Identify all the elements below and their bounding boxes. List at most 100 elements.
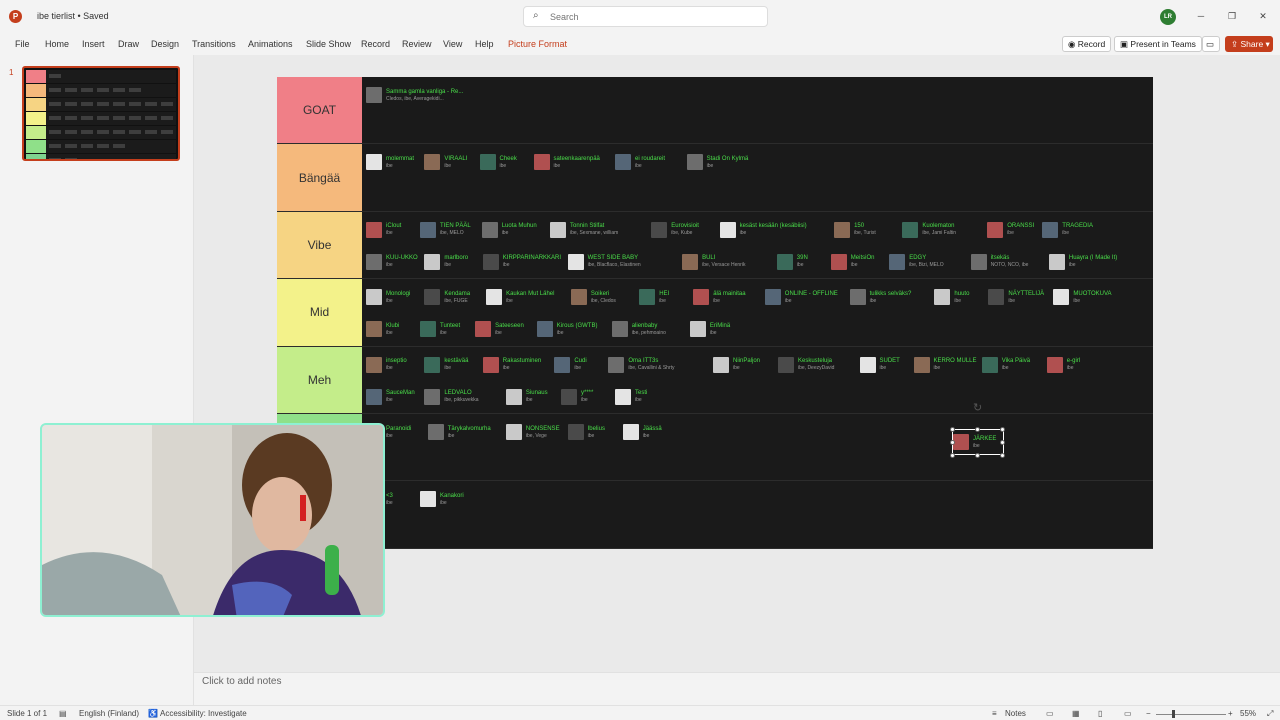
menu-animations[interactable]: Animations [248,39,293,49]
song-card[interactable]: Kaukan Mut Lähel ibe [486,285,554,309]
song-card[interactable]: Cheek ibe [479,150,517,174]
normal-view-icon[interactable]: ▭ [1046,709,1054,718]
rotate-handle-icon[interactable]: ↻ [973,401,982,414]
song-card[interactable]: KIRPPARINARKKARI ibe [482,250,561,274]
song-card[interactable]: Kanakori ibe [420,487,464,511]
minimize-icon[interactable]: ─ [1194,9,1208,23]
song-card[interactable]: LEDVALO ibe, pikkuvekka [424,385,479,409]
tier-label[interactable]: Meh [277,346,362,413]
zoom-in-icon[interactable]: + [1228,709,1233,718]
accessibility-status[interactable]: Accessibility: Investigate [160,709,247,718]
song-card[interactable]: molemmat ibe [366,150,414,174]
song-card[interactable]: älä mainitaa ibe [693,285,746,309]
zoom-slider-thumb[interactable] [1172,710,1175,718]
song-card[interactable]: EriMinä ibe [689,317,730,341]
resize-handle[interactable] [950,427,955,432]
reading-view-icon[interactable]: ▯ [1098,709,1102,718]
song-card[interactable]: NÄYTTELIJÄ ibe [988,285,1044,309]
song-card[interactable]: Eurovisioit ibe, Kube [651,218,699,242]
menu-design[interactable]: Design [151,39,179,49]
song-card[interactable]: Klubi ibe [366,317,399,341]
song-card[interactable]: BULI ibe, Versace Henrik [682,250,745,274]
song-card[interactable]: huuto ibe [934,285,969,309]
song-card[interactable]: WEST SIDE BABY ibe, Blacflaco, Elastinen [567,250,641,274]
menu-home[interactable]: Home [45,39,69,49]
song-card[interactable]: Kuolematon ibe, Jami Faltin [902,218,956,242]
song-card[interactable]: y**** ibe [561,385,593,409]
tier-label[interactable]: Bängää [277,144,362,211]
song-card[interactable]: inseptio ibe [366,353,407,377]
language-status[interactable]: English (Finland) [79,709,139,718]
menu-view[interactable]: View [443,39,462,49]
slide-sorter-icon[interactable]: ▦ [1072,709,1080,718]
song-card[interactable]: Huayra (I Made It) ibe [1048,250,1117,274]
slide-thumbnail[interactable] [22,66,180,161]
spellcheck-icon[interactable]: ▤ [59,709,67,718]
song-card[interactable]: ONLINE - OFFLINE ibe [764,285,838,309]
song-card[interactable]: Siunaus ibe [505,385,548,409]
search-input[interactable] [550,10,750,24]
menu-picture-format[interactable]: Picture Format [508,39,567,49]
song-card[interactable]: itsekäs NOTO, NCO, ibe [970,250,1028,274]
song-card[interactable]: TIEN PÄÄL ibe, MELO [420,218,471,242]
song-card[interactable]: marlboro ibe [424,250,468,274]
resize-handle[interactable] [1000,453,1005,458]
song-card[interactable]: Samma gamla vanliga - Re... Cledos, ibe, … [366,83,463,107]
song-card[interactable]: HEI ibe [639,285,669,309]
song-card[interactable]: Tunteet ibe [420,317,460,341]
song-card[interactable]: SUDET ibe [859,353,900,377]
song-card[interactable]: Jäässä ibe [622,420,662,444]
song-card[interactable]: Rakastuminen ibe [482,353,541,377]
song-card[interactable]: Oma ITT3s ibe, Cavallini & Shrty [608,353,675,377]
menu-review[interactable]: Review [402,39,432,49]
zoom-slider[interactable] [1156,714,1226,715]
song-card[interactable]: Testi ibe [615,385,647,409]
notes-placeholder[interactable]: Click to add notes [202,676,282,687]
menu-draw[interactable]: Draw [118,39,139,49]
slide-show-icon[interactable]: ▭ [1124,709,1132,718]
menu-file[interactable]: File [15,39,30,49]
song-card[interactable]: Kendama ibe, FUGE [424,285,470,309]
maximize-icon[interactable]: ❐ [1225,9,1239,23]
resize-handle[interactable] [975,427,980,432]
resize-handle[interactable] [950,440,955,445]
resize-handle[interactable] [975,453,980,458]
menu-help[interactable]: Help [475,39,494,49]
song-card[interactable]: Tärykalvomurha ibe [427,420,491,444]
song-card[interactable]: 39N ibe [776,250,808,274]
song-card[interactable]: Sateeseen ibe [475,317,524,341]
menu-insert[interactable]: Insert [82,39,105,49]
song-card[interactable]: Tonnin Stilfat ibe, Sexmane, william [550,218,618,242]
song-card[interactable]: e-girl ibe [1046,353,1080,377]
song-card[interactable]: kesäst kesään (kesäbiisi) ibe [719,218,807,242]
song-card[interactable]: Vika Päivä ibe [981,353,1030,377]
resize-handle[interactable] [950,453,955,458]
song-card[interactable]: MeitsiOn ibe [830,250,874,274]
tier-label[interactable]: Vibe [277,211,362,279]
song-card[interactable]: MUOTOKUVA ibe [1053,285,1112,309]
zoom-out-icon[interactable]: − [1146,709,1151,718]
resize-handle[interactable] [1000,427,1005,432]
resize-handle[interactable] [1000,440,1005,445]
song-card[interactable]: Keskusteluja ibe, DeezyDavid [778,353,834,377]
selected-song-card[interactable]: JÄRKEE ibe [952,429,1004,455]
song-card[interactable]: sateenkaarenpää ibe [533,150,600,174]
song-card[interactable]: iClout ibe [366,218,401,242]
song-card[interactable]: 150 ibe, Turist [834,218,876,242]
song-card[interactable]: KERRO MULLE ibe [913,353,977,377]
song-card[interactable]: Ibelius ibe [567,420,605,444]
song-card[interactable]: Luota Muhun ibe [481,218,537,242]
share-button[interactable]: ⇪ Share ▾ [1225,36,1273,52]
song-card[interactable]: TRAGEDIA ibe [1042,218,1093,242]
avatar[interactable]: LR [1160,9,1176,25]
song-card[interactable]: SauceMan ibe [366,385,415,409]
menu-transitions[interactable]: Transitions [192,39,236,49]
song-card[interactable]: ORANSSI ibe [987,218,1034,242]
song-card[interactable]: VIRAALI ibe [424,150,467,174]
present-in-teams-button[interactable]: ▣ Present in Teams [1114,36,1202,52]
notes-pane[interactable]: Click to add notes [194,672,1280,705]
comments-button[interactable]: ▭ [1202,36,1220,52]
menu-record[interactable]: Record [361,39,390,49]
fit-slide-icon[interactable]: ⤢ [1267,709,1273,719]
record-button[interactable]: ◉ Record [1062,36,1112,52]
